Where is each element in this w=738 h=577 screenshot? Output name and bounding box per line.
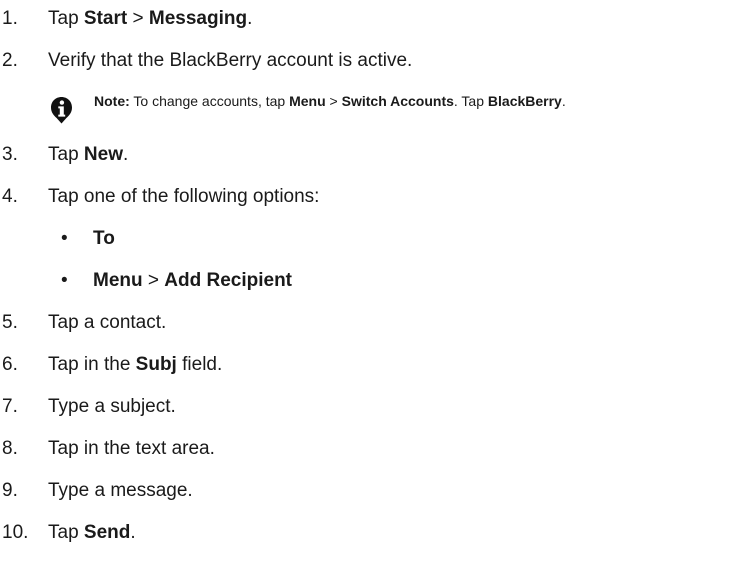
step-text: Tap Start > Messaging. [48, 8, 253, 29]
step-text: Tap one of the following options: [48, 186, 320, 207]
note-text: Note: To change accounts, tap Menu > Swi… [94, 93, 566, 109]
step-number: 1. [2, 8, 18, 29]
step-text: Tap a contact. [48, 312, 167, 333]
step-text: Type a message. [48, 480, 193, 501]
note-callout: Note: To change accounts, tap Menu > Swi… [50, 86, 738, 126]
step-text: Verify that the BlackBerry account is ac… [48, 50, 413, 71]
step-number: 10. [2, 522, 29, 543]
step-number: 8. [2, 438, 18, 459]
step-number: 5. [2, 312, 18, 333]
bullet: • [61, 270, 68, 291]
info-icon [51, 97, 72, 124]
step-number: 2. [2, 50, 18, 71]
step-number: 3. [2, 144, 18, 165]
step-text: Tap Send. [48, 522, 136, 543]
step-number: 7. [2, 396, 18, 417]
step-text: Tap New. [48, 144, 129, 165]
step-text: Tap in the text area. [48, 438, 215, 459]
bullet: • [61, 228, 68, 249]
step-text: Tap in the Subj field. [48, 354, 223, 375]
option-text: Menu > Add Recipient [93, 270, 292, 291]
step-text: Type a subject. [48, 396, 176, 417]
step-number: 9. [2, 480, 18, 501]
step-number: 6. [2, 354, 18, 375]
option-text: To [93, 228, 115, 249]
step-number: 4. [2, 186, 18, 207]
